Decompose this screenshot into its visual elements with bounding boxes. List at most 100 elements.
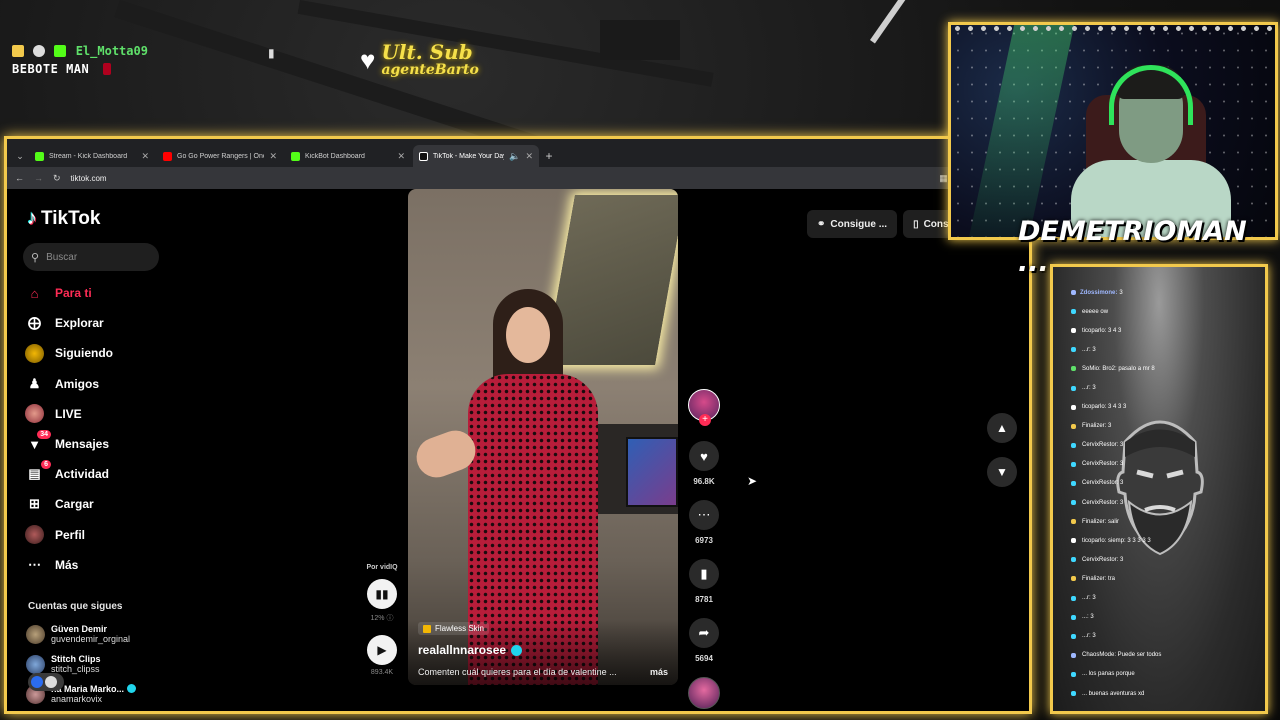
nav-explore[interactable]: ⨁ Explorar: [25, 308, 113, 338]
nav-messages[interactable]: ▼ 34 Mensajes: [25, 429, 113, 459]
video-player[interactable]: Flawless Skin realallnnarosee Comenten c…: [408, 189, 678, 685]
comment-icon[interactable]: ⋯: [689, 500, 719, 530]
sound-disc-avatar[interactable]: [688, 677, 720, 709]
chat-text: ticoparlo: 3 4 3: [1082, 327, 1122, 334]
follow-plus-icon[interactable]: +: [699, 414, 711, 426]
chat-badge-icon: [1071, 519, 1076, 525]
video-author[interactable]: realallnnarosee: [418, 643, 668, 657]
chat-badge-icon: [1071, 328, 1076, 334]
last-sub-title: Ult. Sub: [381, 40, 473, 64]
get-coins-button[interactable]: ⚭ Consigue ...: [807, 210, 898, 238]
close-tab-icon[interactable]: ✕: [269, 151, 277, 162]
chat-badge-icon: [1071, 423, 1076, 429]
search-box[interactable]: ⚲: [23, 243, 159, 271]
vidiq-stats-button[interactable]: ▮▮: [367, 579, 397, 609]
chat-message: ...r: 3: [1071, 340, 1261, 359]
account-name: Stitch Clips: [51, 654, 101, 664]
sub-badge-icon: [102, 63, 111, 75]
chat-username: Zdossimone:: [1080, 289, 1118, 296]
nav-upload[interactable]: ⊞ Cargar: [25, 489, 113, 519]
chat-text: ...r: 3: [1082, 633, 1096, 640]
chat-badge-icon: [1071, 538, 1076, 544]
floating-player-knob: [45, 676, 57, 688]
phone-icon: ▯: [913, 218, 919, 230]
nav-following[interactable]: Siguiendo: [25, 338, 113, 368]
following-list: Güven Demir guvendemir_orginal Stitch Cli…: [26, 619, 137, 709]
chevron-up-icon[interactable]: ▲: [987, 413, 1017, 443]
tab-youtube-power-rangers[interactable]: Go Go Power Rangers | Once a ✕: [157, 145, 283, 167]
tab-title: KickBot Dashboard: [305, 152, 365, 160]
chat-text: CervixRestor: 3: [1082, 461, 1124, 468]
back-icon[interactable]: ←: [15, 173, 24, 183]
new-tab-button[interactable]: +: [541, 149, 557, 163]
url-field[interactable]: tiktok.com: [71, 174, 930, 183]
translate-icon[interactable]: ▦: [939, 173, 948, 184]
nav-label: Más: [55, 557, 79, 572]
nav-profile[interactable]: Perfil: [25, 520, 113, 550]
top-chatter-subtitle: BEBOTE MAN: [12, 62, 90, 76]
effect-tag[interactable]: Flawless Skin: [418, 622, 489, 635]
nav-label: Explorar: [55, 316, 104, 331]
following-avatar-icon: [25, 343, 44, 363]
nav-more[interactable]: ⋯ Más: [25, 550, 113, 580]
webcam-frame-dots: [951, 25, 1275, 33]
nav-friends[interactable]: ♟ Amigos: [25, 369, 113, 399]
address-bar-row: ← → ↻ tiktok.com ▦ ⚲ ▣ ☆: [7, 167, 1029, 189]
tab-kickbot-dashboard[interactable]: KickBot Dashboard ✕: [285, 145, 411, 167]
tab-title: Stream - Kick Dashboard: [49, 152, 128, 160]
nav-for-you[interactable]: ⌂ Para ti: [25, 278, 113, 308]
bookmark-icon[interactable]: ▮: [689, 559, 719, 589]
close-tab-icon[interactable]: ✕: [141, 151, 149, 162]
speaker-icon[interactable]: 🔈: [509, 151, 520, 162]
reload-icon[interactable]: ↻: [53, 173, 61, 184]
tab-kick-dashboard[interactable]: Stream - Kick Dashboard ✕: [29, 145, 155, 167]
chat-text: CervixRestor: 3: [1082, 556, 1124, 563]
chat-text: ticoparlo: 3 4 3 3: [1082, 404, 1127, 411]
share-count: 5694: [695, 654, 713, 663]
creator-avatar[interactable]: +: [688, 389, 720, 426]
nav-label: Siguiendo: [55, 346, 113, 361]
share-action[interactable]: ➦ 5694: [687, 618, 721, 663]
more-link[interactable]: más: [650, 667, 668, 677]
comment-action[interactable]: ⋯ 6973: [687, 500, 721, 545]
like-action[interactable]: ♥ 96.8K: [687, 441, 721, 486]
following-account[interactable]: Güven Demir guvendemir_orginal: [26, 619, 136, 649]
share-icon[interactable]: ➦: [689, 618, 719, 648]
avatar: [26, 624, 45, 644]
kick-badge-icon: [54, 45, 67, 57]
floating-player-toggle[interactable]: [28, 673, 64, 691]
floating-player-icon: [31, 676, 43, 688]
chevron-down-icon[interactable]: ▼: [987, 457, 1017, 487]
webcam-feed: [948, 22, 1278, 240]
chat-message: CervixRestor: 3: [1071, 550, 1261, 569]
chat-message: SoMio: Bro2: pasalo a mr 8: [1071, 359, 1261, 378]
nav-live[interactable]: LIVE: [25, 399, 113, 429]
effect-label: Flawless Skin: [435, 624, 484, 633]
save-action[interactable]: ▮ 8781: [687, 559, 721, 604]
tab-tiktok[interactable]: TikTok - Make Your Day 🔈 ✕: [413, 145, 539, 167]
chat-message: Finalizer: 3: [1071, 417, 1261, 436]
vidiq-label: Por vidIQ: [366, 564, 398, 571]
chat-panel: Zdossimone: 3 eeeee ow ticoparlo: 3 4 3 ...r…: [1050, 264, 1268, 714]
forward-icon[interactable]: →: [34, 173, 43, 183]
nav-activity[interactable]: ▤ 6 Actividad: [25, 459, 113, 489]
tab-search-icon[interactable]: ⌄: [13, 151, 27, 162]
author-name: realallnnarosee: [418, 643, 507, 657]
close-tab-icon[interactable]: ✕: [525, 151, 533, 162]
chat-badge-icon: [1071, 404, 1076, 410]
close-tab-icon[interactable]: ✕: [397, 151, 405, 162]
account-name: Güven Demir: [51, 624, 108, 634]
caption-text: Comenten cuál quieres para el día de val…: [418, 667, 617, 677]
tiktok-favicon-icon: [419, 151, 428, 161]
tab-title: Go Go Power Rangers | Once a: [177, 152, 264, 160]
illuminated-wall-art: [545, 195, 678, 365]
search-input[interactable]: [46, 251, 147, 263]
tiktok-logo[interactable]: ♪ TikTok: [27, 207, 100, 230]
like-count: 96.8K: [693, 477, 715, 486]
messages-icon: ▼ 34: [25, 429, 51, 454]
chat-badge-icon: [1071, 557, 1076, 563]
account-handle: anamarkovix: [51, 694, 103, 704]
heart-icon[interactable]: ♥: [689, 441, 719, 471]
nav-label: LIVE: [55, 406, 82, 421]
play-button[interactable]: ▶: [367, 635, 397, 665]
